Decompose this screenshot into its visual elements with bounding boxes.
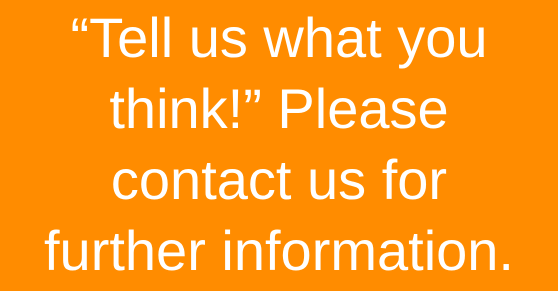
contact-banner: “Tell us what you think!” Please contact… [0, 0, 558, 291]
banner-text-line-3: contact us for [110, 148, 448, 211]
banner-text-line-1: “Tell us what you [70, 6, 488, 69]
banner-text-line-4: further information. [44, 219, 514, 282]
banner-text-line-2: think!” Please [109, 77, 449, 140]
